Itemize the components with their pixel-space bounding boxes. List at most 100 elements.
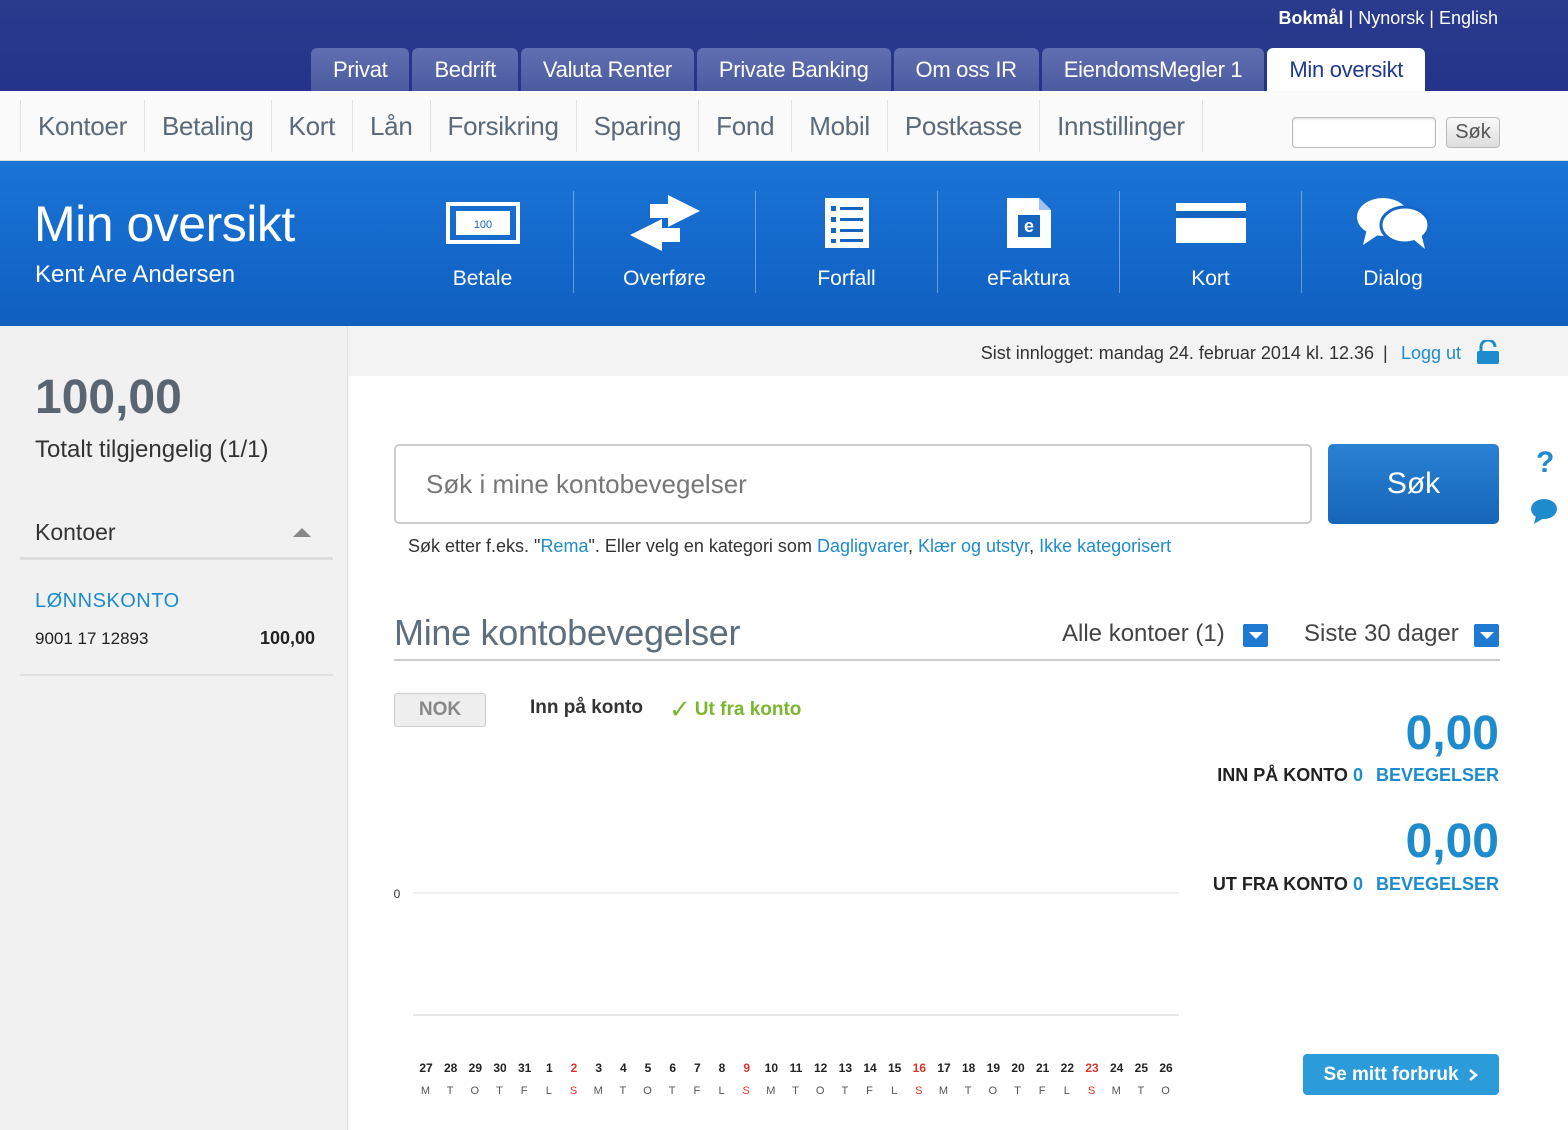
category-klaer-og-utstyr[interactable]: Klær og utstyr	[918, 536, 1029, 556]
weekday-label: T	[496, 1085, 504, 1097]
action-forfall[interactable]: Forfall	[756, 191, 938, 293]
category-dagligvarer[interactable]: Dagligvarer	[817, 536, 908, 556]
transactions-search-button[interactable]: Søk	[1328, 444, 1499, 524]
action-dialog[interactable]: Dialog	[1302, 191, 1484, 293]
weekday-label: T	[792, 1085, 800, 1097]
status-bar: Sist innlogget: mandag 24. februar 2014 …	[349, 326, 1568, 376]
x-tick-label: 21	[1036, 1061, 1050, 1075]
x-tick-label: 25	[1135, 1061, 1149, 1075]
lang-bokmal[interactable]: Bokmål	[1279, 8, 1344, 28]
tab-privat[interactable]: Privat	[311, 48, 410, 91]
x-tick-label: 28	[444, 1061, 458, 1075]
nav-kontoer[interactable]: Kontoer	[21, 100, 145, 152]
transfer-arrows-icon	[628, 191, 702, 255]
x-tick-label: 10	[765, 1061, 779, 1075]
weekday-label: T	[619, 1085, 627, 1097]
tab-valuta-renter[interactable]: Valuta Renter	[520, 48, 694, 91]
x-tick-label: 26	[1159, 1061, 1173, 1075]
nav-sparing[interactable]: Sparing	[577, 100, 700, 152]
total-available-label: Totalt tilgjengelig (1/1)	[35, 436, 269, 463]
nav-postkasse[interactable]: Postkasse	[888, 100, 1041, 152]
x-tick-label: 19	[987, 1061, 1001, 1075]
x-tick-label: 2	[571, 1061, 578, 1075]
nav-mobil[interactable]: Mobil	[792, 100, 888, 152]
list-document-icon	[824, 191, 870, 255]
action-betale[interactable]: 100 Betale	[392, 191, 574, 293]
nav-kort[interactable]: Kort	[272, 100, 354, 152]
caret-up-icon	[293, 528, 311, 537]
top-header: Bokmål | Nynorsk | English Privat Bedrift Va…	[0, 0, 1568, 91]
x-tick-label: 16	[913, 1061, 927, 1075]
help-question-icon[interactable]: ?	[1536, 446, 1554, 480]
tab-inn-pa-konto[interactable]: Inn på konto	[530, 697, 643, 719]
x-tick-label: 29	[469, 1061, 483, 1075]
divider	[20, 674, 333, 676]
tab-private-banking[interactable]: Private Banking	[696, 48, 891, 91]
language-switcher: Bokmål | Nynorsk | English	[1278, 8, 1498, 28]
last-login-text: Sist innlogget: mandag 24. februar 2014 …	[980, 343, 1374, 363]
chevron-right-icon	[1468, 1068, 1478, 1081]
x-tick-label: 3	[595, 1061, 602, 1075]
in-movements-link[interactable]: BEVEGELSER	[1376, 765, 1499, 785]
nav-innstillinger[interactable]: Innstillinger	[1040, 100, 1203, 152]
nav-forsikring[interactable]: Forsikring	[431, 100, 577, 152]
chevron-down-icon[interactable]	[1474, 624, 1499, 647]
category-ikke-kategorisert[interactable]: Ikke kategorisert	[1039, 536, 1171, 556]
quick-actions: 100 Betale Overføre Forfall e eFaktura K…	[392, 191, 1484, 293]
account-filter-dropdown[interactable]: Alle kontoer (1)	[1062, 620, 1225, 648]
x-tick-label: 18	[962, 1061, 976, 1075]
user-name: Kent Are Andersen	[35, 261, 236, 288]
site-search-input[interactable]	[1292, 117, 1436, 148]
search-hint: Søk etter f.eks. "Rema". Eller velg en k…	[408, 536, 1172, 556]
tab-ut-fra-konto[interactable]: ✓ Ut fra konto	[669, 694, 801, 725]
action-overfore[interactable]: Overføre	[574, 191, 756, 293]
tab-bedrift[interactable]: Bedrift	[412, 48, 518, 91]
x-tick-label: 13	[839, 1061, 853, 1075]
divider	[394, 659, 1500, 661]
tab-eiendomsmegler[interactable]: EiendomsMegler 1	[1041, 48, 1265, 91]
account-balance: 100,00	[260, 628, 316, 648]
period-filter-dropdown[interactable]: Siste 30 dager	[1304, 620, 1459, 648]
currency-badge[interactable]: NOK	[394, 693, 486, 727]
logout-link[interactable]: Logg ut	[1401, 343, 1461, 364]
in-amount: 0,00	[1405, 707, 1499, 760]
in-summary: INN PÅ KONTO 0 BEVEGELSER	[1217, 765, 1499, 785]
lock-icon[interactable]	[1476, 338, 1500, 369]
site-search-button[interactable]: Søk	[1446, 117, 1500, 148]
hint-example-link[interactable]: Rema	[540, 536, 588, 556]
x-tick-label: 30	[493, 1061, 507, 1075]
see-spending-button[interactable]: Se mitt forbruk	[1303, 1054, 1499, 1095]
lang-english[interactable]: English	[1439, 8, 1498, 28]
action-efaktura[interactable]: e eFaktura	[938, 191, 1120, 293]
accounts-section-toggle[interactable]: Kontoer	[20, 508, 333, 560]
weekday-label: T	[1137, 1085, 1145, 1097]
nav-betaling[interactable]: Betaling	[145, 100, 272, 152]
weekday-label: O	[643, 1085, 653, 1097]
nav-lan[interactable]: Lån	[353, 100, 431, 152]
x-tick-label: 20	[1011, 1061, 1025, 1075]
account-name-link[interactable]: LØNNSKONTO	[35, 590, 180, 613]
tab-min-oversikt[interactable]: Min oversikt	[1267, 48, 1426, 91]
weekday-label: T	[669, 1085, 677, 1097]
chat-icon[interactable]	[1530, 498, 1558, 529]
x-tick-label: 6	[669, 1061, 676, 1075]
weekday-label: F	[1039, 1085, 1047, 1097]
x-tick-label: 5	[645, 1061, 652, 1075]
x-tick-label: 7	[694, 1061, 701, 1075]
action-kort[interactable]: Kort	[1120, 191, 1302, 293]
out-movements-link[interactable]: BEVEGELSER	[1376, 874, 1499, 894]
transactions-search-input[interactable]: Søk i mine kontobevegelser	[394, 444, 1312, 524]
weekday-label: F	[866, 1085, 874, 1097]
chevron-down-icon[interactable]	[1243, 624, 1268, 647]
weekday-label: M	[1112, 1085, 1122, 1097]
weekday-label: T	[447, 1085, 455, 1097]
weekday-label: S	[1088, 1085, 1096, 1097]
weekday-label: L	[1064, 1085, 1071, 1097]
nav-fond[interactable]: Fond	[699, 100, 793, 152]
lang-nynorsk[interactable]: Nynorsk	[1358, 8, 1424, 28]
y-tick-label: 0	[394, 887, 401, 901]
card-icon	[1175, 191, 1247, 255]
x-tick-label: 9	[743, 1061, 750, 1075]
tab-om-oss-ir[interactable]: Om oss IR	[893, 48, 1039, 91]
svg-text:100: 100	[473, 219, 491, 231]
